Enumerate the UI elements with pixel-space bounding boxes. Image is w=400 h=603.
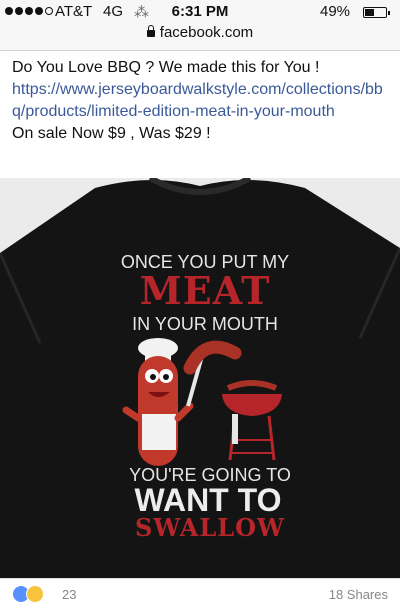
- post-line-1: Do You Love BBQ ? We made this for You !: [12, 59, 320, 76]
- print-bottom-line-3: SWALLOW: [135, 513, 285, 542]
- address-bar[interactable]: facebook.com: [0, 24, 400, 51]
- tshirt-image: ONCE YOU PUT MY MEAT IN YOUR MOUTH YOU'R…: [0, 178, 400, 578]
- post-line-2: On sale Now $9 , Was $29 !: [12, 125, 211, 142]
- battery-percent: 49%: [320, 3, 351, 20]
- haha-reaction-icon: [26, 585, 44, 603]
- post-photo[interactable]: ONCE YOU PUT MY MEAT IN YOUR MOUTH YOU'R…: [0, 178, 400, 578]
- engagement-bar: 23 18 Shares: [0, 578, 400, 603]
- url-display[interactable]: facebook.com: [0, 24, 400, 42]
- battery-icon: [363, 7, 390, 18]
- status-bar: AT&T 4G ⁂ 6:31 PM 49%: [0, 0, 400, 24]
- print-meat: MEAT: [140, 268, 271, 313]
- url-text: facebook.com: [159, 24, 254, 41]
- lock-icon: [146, 25, 155, 37]
- post-text: Do You Love BBQ ? We made this for You !…: [12, 57, 396, 145]
- print-mid-line: IN YOUR MOUTH: [132, 314, 278, 334]
- product-link[interactable]: https://www.jerseyboardwalkstyle.com/col…: [12, 79, 396, 123]
